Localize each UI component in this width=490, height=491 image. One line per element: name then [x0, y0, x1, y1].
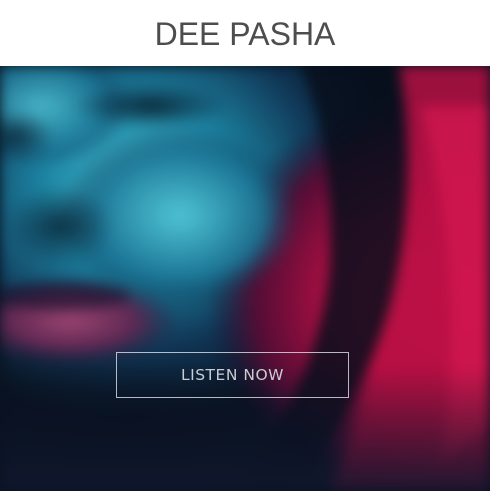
- site-title[interactable]: DEE PASHA: [155, 16, 336, 53]
- hero-scrim: [0, 66, 490, 491]
- site-header: DEE PASHA: [0, 0, 490, 66]
- listen-now-button[interactable]: LISTEN NOW: [116, 352, 349, 398]
- hero-section: LISTEN NOW: [0, 66, 490, 491]
